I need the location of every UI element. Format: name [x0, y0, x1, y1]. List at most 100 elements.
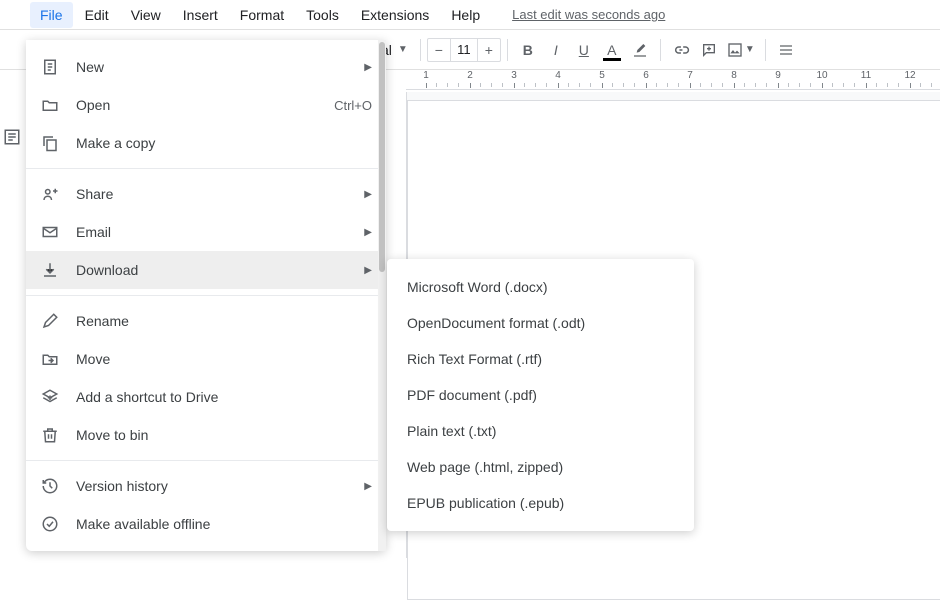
separator	[507, 39, 508, 61]
font-size-value[interactable]: 11	[450, 39, 478, 61]
insert-image-button[interactable]: ▼	[723, 36, 759, 64]
download-option[interactable]: OpenDocument format (.odt)	[387, 305, 694, 341]
download-submenu: Microsoft Word (.docx)OpenDocument forma…	[387, 259, 694, 531]
menu-help[interactable]: Help	[441, 2, 490, 28]
download-option[interactable]: EPUB publication (.epub)	[387, 485, 694, 521]
menu-item-label: New	[76, 59, 348, 75]
move-icon	[40, 349, 60, 369]
shortcut-icon	[40, 387, 60, 407]
menu-divider	[26, 295, 386, 296]
menu-item-open[interactable]: Open Ctrl+O	[26, 86, 386, 124]
ruler-tick: 10	[802, 70, 842, 88]
highlight-button[interactable]	[626, 36, 654, 64]
font-size-control: − 11 +	[427, 38, 501, 62]
ruler-tick: 9	[758, 70, 798, 88]
menu-item-new[interactable]: New ▶	[26, 48, 386, 86]
dropdown-arrow-icon: ▼	[398, 44, 408, 55]
rename-icon	[40, 311, 60, 331]
ruler-tick: 8	[714, 70, 754, 88]
menu-item-move-to-bin[interactable]: Move to bin	[26, 416, 386, 454]
menubar: File Edit View Insert Format Tools Exten…	[0, 0, 940, 30]
dropdown-arrow-icon: ▼	[745, 44, 755, 55]
font-size-increase[interactable]: +	[478, 39, 500, 61]
ruler-tick: 6	[626, 70, 666, 88]
menu-item-label: Open	[76, 97, 318, 113]
download-option[interactable]: Plain text (.txt)	[387, 413, 694, 449]
menu-insert[interactable]: Insert	[173, 2, 228, 28]
ruler-tick: 2	[450, 70, 490, 88]
ruler-tick: 1	[406, 70, 446, 88]
offline-icon	[40, 514, 60, 534]
menu-item-label: Move	[76, 351, 372, 367]
file-dropdown: New▶OpenCtrl+OMake a copyShare▶Email▶Dow…	[26, 40, 386, 551]
separator	[420, 39, 421, 61]
highlighter-icon	[632, 42, 648, 58]
email-icon	[40, 222, 60, 242]
ruler-tick: 4	[538, 70, 578, 88]
image-icon	[727, 42, 743, 58]
menu-item-label: Add a shortcut to Drive	[76, 389, 372, 405]
italic-button[interactable]: I	[542, 36, 570, 64]
link-icon	[672, 41, 690, 59]
menu-divider	[26, 460, 386, 461]
menu-file[interactable]: File	[30, 2, 73, 28]
menu-item-email[interactable]: Email ▶	[26, 213, 386, 251]
scrollbar-thumb[interactable]	[379, 42, 385, 272]
add-comment-button[interactable]	[695, 36, 723, 64]
text-color-button[interactable]: A	[598, 36, 626, 64]
menu-item-download[interactable]: Download▶	[26, 251, 386, 289]
submenu-arrow-icon: ▶	[364, 189, 372, 200]
menu-item-label: Share	[76, 186, 348, 202]
menu-format[interactable]: Format	[230, 2, 294, 28]
menu-item-label: Email	[76, 224, 348, 240]
menu-item-share[interactable]: Share ▶	[26, 175, 386, 213]
menu-item-label: Move to bin	[76, 427, 372, 443]
submenu-arrow-icon: ▶	[364, 481, 372, 492]
ruler-tick: 7	[670, 70, 710, 88]
menu-item-rename[interactable]: Rename	[26, 302, 386, 340]
submenu-arrow-icon: ▶	[364, 265, 372, 276]
ruler-tick: 13	[934, 70, 940, 88]
ruler-tick: 5	[582, 70, 622, 88]
edit-status[interactable]: Last edit was seconds ago	[512, 7, 665, 22]
comment-icon	[701, 42, 717, 58]
download-option[interactable]: PDF document (.pdf)	[387, 377, 694, 413]
download-icon	[40, 260, 60, 280]
ruler-tick: 12	[890, 70, 930, 88]
menu-item-version-history[interactable]: Version history ▶	[26, 467, 386, 505]
dropdown-scrollbar[interactable]	[378, 40, 386, 551]
separator	[765, 39, 766, 61]
menu-edit[interactable]: Edit	[75, 2, 119, 28]
outline-icon[interactable]	[3, 128, 21, 146]
open-icon	[40, 95, 60, 115]
menu-divider	[26, 168, 386, 169]
ruler-tick: 3	[494, 70, 534, 88]
history-icon	[40, 476, 60, 496]
submenu-arrow-icon: ▶	[364, 227, 372, 238]
menu-view[interactable]: View	[121, 2, 171, 28]
underline-button[interactable]: U	[570, 36, 598, 64]
menu-item-shortcut: Ctrl+O	[334, 98, 372, 113]
submenu-arrow-icon: ▶	[364, 62, 372, 73]
insert-link-button[interactable]	[667, 36, 695, 64]
menu-item-label: Version history	[76, 478, 348, 494]
font-size-decrease[interactable]: −	[428, 39, 450, 61]
menu-item-label: Rename	[76, 313, 372, 329]
menu-item-make-available-offline[interactable]: Make available offline	[26, 505, 386, 543]
menu-extensions[interactable]: Extensions	[351, 2, 439, 28]
new-icon	[40, 57, 60, 77]
ruler: 12345678910111213	[406, 70, 940, 90]
menu-item-label: Make a copy	[76, 135, 372, 151]
align-button[interactable]	[772, 36, 800, 64]
download-option[interactable]: Microsoft Word (.docx)	[387, 269, 694, 305]
separator	[660, 39, 661, 61]
menu-item-move[interactable]: Move	[26, 340, 386, 378]
download-option[interactable]: Web page (.html, zipped)	[387, 449, 694, 485]
download-option[interactable]: Rich Text Format (.rtf)	[387, 341, 694, 377]
menu-item-add-a-shortcut-to-drive[interactable]: Add a shortcut to Drive	[26, 378, 386, 416]
align-icon	[778, 42, 794, 58]
menu-item-make-a-copy[interactable]: Make a copy	[26, 124, 386, 162]
bold-button[interactable]: B	[514, 36, 542, 64]
menu-tools[interactable]: Tools	[296, 2, 349, 28]
menu-item-label: Make available offline	[76, 516, 372, 532]
